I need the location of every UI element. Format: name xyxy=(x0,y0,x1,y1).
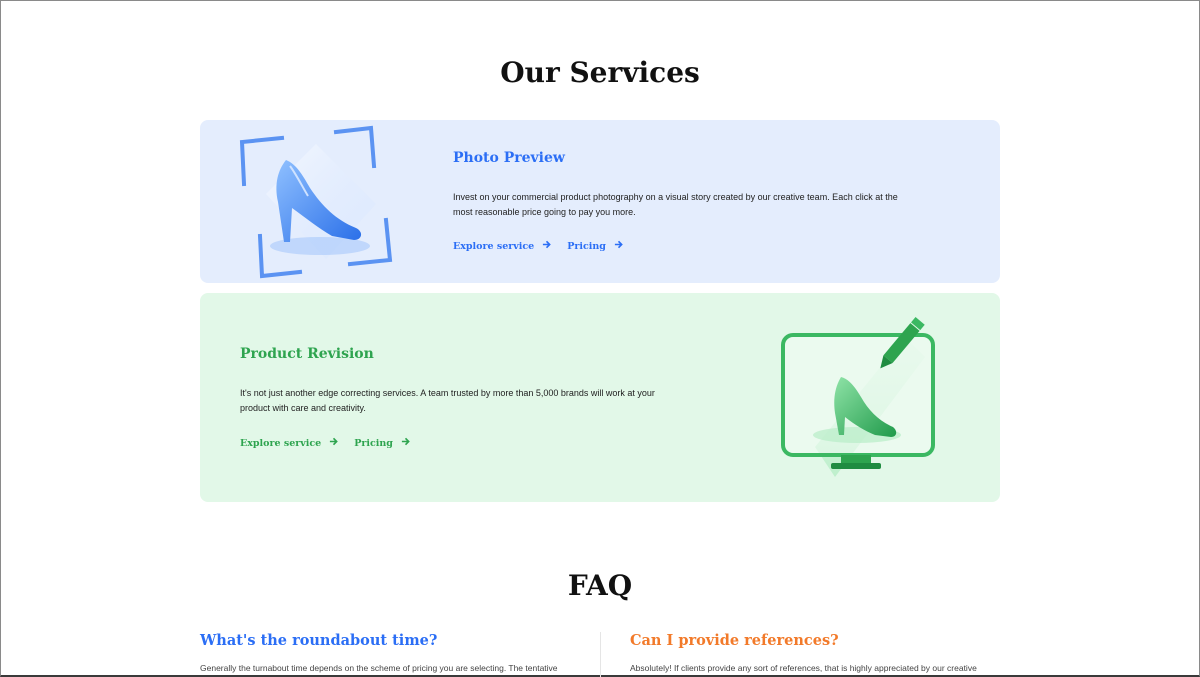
service-links: Explore service Pricing xyxy=(240,437,426,449)
faq-answer: Absolutely! If clients provide any sort … xyxy=(630,663,977,673)
service-description: It's not just another edge correcting se… xyxy=(240,388,655,413)
service-links: Explore service Pricing xyxy=(453,240,639,252)
explore-service-link[interactable]: Explore service xyxy=(240,437,354,449)
explore-service-link[interactable]: Explore service xyxy=(453,240,567,252)
arrow-right-icon xyxy=(542,240,552,252)
services-heading: Our Services xyxy=(500,56,700,89)
pricing-link[interactable]: Pricing xyxy=(567,240,639,252)
arrow-right-icon xyxy=(614,240,623,252)
faq-heading: FAQ xyxy=(567,569,633,602)
arrow-right-icon xyxy=(401,437,410,449)
service-card-photo-preview: Photo Preview Invest on your commercial … xyxy=(200,120,1000,283)
pricing-link[interactable]: Pricing xyxy=(354,437,426,449)
product-revision-illustration xyxy=(781,317,935,477)
faq-question[interactable]: Can I provide references? xyxy=(630,632,1000,649)
service-card-product-revision: Product Revision It's not just another e… xyxy=(200,293,1000,502)
photo-preview-illustration xyxy=(239,125,393,279)
faq-question[interactable]: What's the roundabout time? xyxy=(200,632,570,649)
faq-answer: Generally the turnabout time depends on … xyxy=(200,663,558,673)
service-title: Product Revision xyxy=(240,346,374,362)
service-description: Invest on your commercial product photog… xyxy=(453,192,898,217)
faq-item[interactable]: Can I provide references? Absolutely! If… xyxy=(630,632,1000,673)
service-title: Photo Preview xyxy=(453,150,565,166)
faq-item[interactable]: What's the roundabout time? Generally th… xyxy=(200,632,570,673)
arrow-right-icon xyxy=(329,437,339,449)
faq-divider xyxy=(600,632,601,677)
